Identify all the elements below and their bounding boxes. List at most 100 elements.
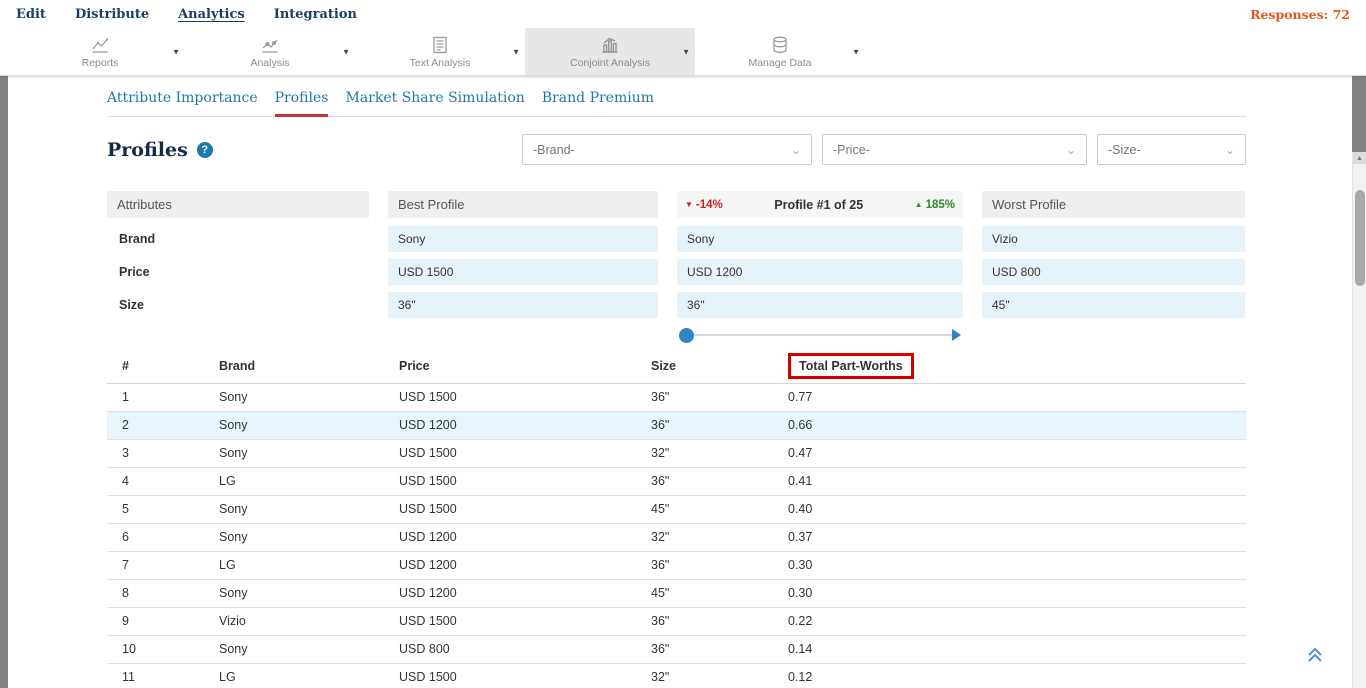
current-profile-title: Profile #1 of 25 bbox=[774, 198, 863, 212]
table-cell: 10 bbox=[107, 635, 219, 663]
table-cell: 0.77 bbox=[788, 383, 1246, 411]
table-cell: USD 1200 bbox=[399, 551, 651, 579]
attributes-column: Attributes Brand Price Size bbox=[107, 191, 369, 325]
slider-next-arrow-icon[interactable] bbox=[952, 329, 961, 341]
table-row[interactable]: 6SonyUSD 120032"0.37 bbox=[107, 523, 1246, 551]
best-profile-price: USD 1500 bbox=[388, 259, 658, 285]
profiles-table-body: 1SonyUSD 150036"0.772SonyUSD 120036"0.66… bbox=[107, 383, 1246, 688]
table-cell: 0.66 bbox=[788, 411, 1246, 439]
double-chevron-up-icon bbox=[1304, 643, 1326, 665]
vertical-scrollbar[interactable]: ▲ bbox=[1352, 152, 1366, 688]
col-header-size: Size bbox=[651, 350, 788, 383]
size-filter-dropdown[interactable]: -Size- ⌄ bbox=[1097, 134, 1246, 165]
col-header-price: Price bbox=[399, 350, 651, 383]
chevron-down-icon[interactable]: ▼ bbox=[852, 47, 860, 56]
table-cell: Sony bbox=[219, 439, 399, 467]
table-cell: 36" bbox=[651, 467, 788, 495]
chevron-down-icon[interactable]: ▼ bbox=[172, 47, 180, 56]
nav-item-distribute[interactable]: Distribute bbox=[75, 7, 149, 22]
table-row[interactable]: 5SonyUSD 150045"0.40 bbox=[107, 495, 1246, 523]
table-row[interactable]: 2SonyUSD 120036"0.66 bbox=[107, 411, 1246, 439]
decrease-percentage: ▼-14% bbox=[685, 199, 723, 211]
table-cell: 0.14 bbox=[788, 635, 1246, 663]
table-cell: LG bbox=[219, 467, 399, 495]
responses-count[interactable]: Responses: 72 bbox=[1250, 7, 1350, 22]
table-cell: 32" bbox=[651, 439, 788, 467]
tab-market-share-simulation[interactable]: Market Share Simulation bbox=[345, 90, 524, 116]
table-row[interactable]: 3SonyUSD 150032"0.47 bbox=[107, 439, 1246, 467]
slider-handle[interactable] bbox=[679, 328, 694, 343]
chevron-down-icon[interactable]: ▼ bbox=[682, 47, 690, 56]
table-cell: 0.40 bbox=[788, 495, 1246, 523]
toolbar-item-conjoint-analysis[interactable]: Conjoint Analysis ▼ bbox=[525, 28, 695, 75]
toolbar-item-text-analysis[interactable]: Text Analysis ▼ bbox=[355, 28, 525, 75]
worst-profile-header: Worst Profile bbox=[982, 191, 1245, 218]
chevron-down-icon[interactable]: ▼ bbox=[342, 47, 350, 56]
top-navigation: Edit Distribute Analytics Integration Re… bbox=[0, 0, 1366, 28]
nav-item-integration[interactable]: Integration bbox=[274, 7, 357, 22]
scrollbar-thumb[interactable] bbox=[1355, 190, 1365, 286]
conjoint-subtabs: Attribute Importance Profiles Market Sha… bbox=[107, 76, 1246, 117]
chevron-down-icon[interactable]: ▼ bbox=[512, 47, 520, 56]
page-title: Profiles bbox=[107, 139, 188, 161]
table-row[interactable]: 7LGUSD 120036"0.30 bbox=[107, 551, 1246, 579]
table-cell: USD 1500 bbox=[399, 495, 651, 523]
table-cell: 2 bbox=[107, 411, 219, 439]
tab-profiles[interactable]: Profiles bbox=[275, 90, 329, 117]
table-cell: USD 1200 bbox=[399, 523, 651, 551]
profiles-panel: Attributes Brand Price Size Best Profile… bbox=[107, 191, 1246, 344]
table-cell: 0.41 bbox=[788, 467, 1246, 495]
brand-filter-dropdown[interactable]: -Brand- ⌄ bbox=[522, 134, 812, 165]
scrollbar-up-arrow-icon[interactable]: ▲ bbox=[1353, 152, 1366, 164]
filters: -Brand- ⌄ -Price- ⌄ -Size- ⌄ bbox=[522, 134, 1246, 165]
scroll-to-top-button[interactable] bbox=[1304, 643, 1326, 670]
line-chart-icon bbox=[90, 35, 110, 55]
table-cell: 32" bbox=[651, 663, 788, 688]
table-cell: Sony bbox=[219, 635, 399, 663]
table-header-row: # Brand Price Size Total Part-Worths bbox=[107, 350, 1246, 383]
table-cell: 45" bbox=[651, 579, 788, 607]
table-cell: Vizio bbox=[219, 607, 399, 635]
table-row[interactable]: 9VizioUSD 150036"0.22 bbox=[107, 607, 1246, 635]
table-cell: 0.22 bbox=[788, 607, 1246, 635]
tab-brand-premium[interactable]: Brand Premium bbox=[542, 90, 654, 116]
current-profile-price: USD 1200 bbox=[677, 259, 963, 285]
attributes-header: Attributes bbox=[107, 191, 369, 218]
analysis-chart-icon bbox=[260, 35, 280, 55]
table-cell: USD 1500 bbox=[399, 663, 651, 688]
toolbar-item-reports[interactable]: Reports ▼ bbox=[15, 28, 185, 75]
table-cell: Sony bbox=[219, 579, 399, 607]
table-cell: 32" bbox=[651, 523, 788, 551]
nav-item-analytics[interactable]: Analytics bbox=[178, 7, 245, 22]
help-icon[interactable]: ? bbox=[197, 142, 213, 158]
triangle-down-icon: ▼ bbox=[685, 201, 693, 209]
profile-slider[interactable] bbox=[677, 326, 963, 344]
table-row[interactable]: 8SonyUSD 120045"0.30 bbox=[107, 579, 1246, 607]
price-filter-dropdown[interactable]: -Price- ⌄ bbox=[822, 134, 1087, 165]
nav-item-edit[interactable]: Edit bbox=[16, 7, 46, 22]
table-cell: 0.37 bbox=[788, 523, 1246, 551]
current-profile-size: 36" bbox=[677, 292, 963, 318]
table-row[interactable]: 4LGUSD 150036"0.41 bbox=[107, 467, 1246, 495]
toolbar-item-analysis[interactable]: Analysis ▼ bbox=[185, 28, 355, 75]
tab-attribute-importance[interactable]: Attribute Importance bbox=[107, 90, 258, 116]
table-cell: 36" bbox=[651, 607, 788, 635]
worst-profile-column: Worst Profile Vizio USD 800 45" bbox=[982, 191, 1245, 325]
table-row[interactable]: 1SonyUSD 150036"0.77 bbox=[107, 383, 1246, 411]
triangle-up-icon: ▲ bbox=[915, 201, 923, 209]
table-row[interactable]: 10SonyUSD 80036"0.14 bbox=[107, 635, 1246, 663]
table-row[interactable]: 11LGUSD 150032"0.12 bbox=[107, 663, 1246, 688]
worst-profile-price: USD 800 bbox=[982, 259, 1245, 285]
toolbar-label: Analysis bbox=[250, 57, 289, 69]
toolbar-label: Manage Data bbox=[748, 57, 811, 69]
toolbar-item-manage-data[interactable]: Manage Data ▼ bbox=[695, 28, 865, 75]
col-header-number: # bbox=[107, 350, 219, 383]
increase-percentage: ▲185% bbox=[915, 199, 955, 211]
analytics-toolbar: Reports ▼ Analysis ▼ Text Analysis ▼ Con… bbox=[0, 28, 1366, 76]
col-header-total-part-worths: Total Part-Worths bbox=[788, 350, 1246, 383]
slider-track[interactable] bbox=[694, 334, 952, 336]
table-cell: 1 bbox=[107, 383, 219, 411]
table-cell: 0.30 bbox=[788, 551, 1246, 579]
content-area: Attribute Importance Profiles Market Sha… bbox=[0, 76, 1366, 688]
table-cell: Sony bbox=[219, 523, 399, 551]
